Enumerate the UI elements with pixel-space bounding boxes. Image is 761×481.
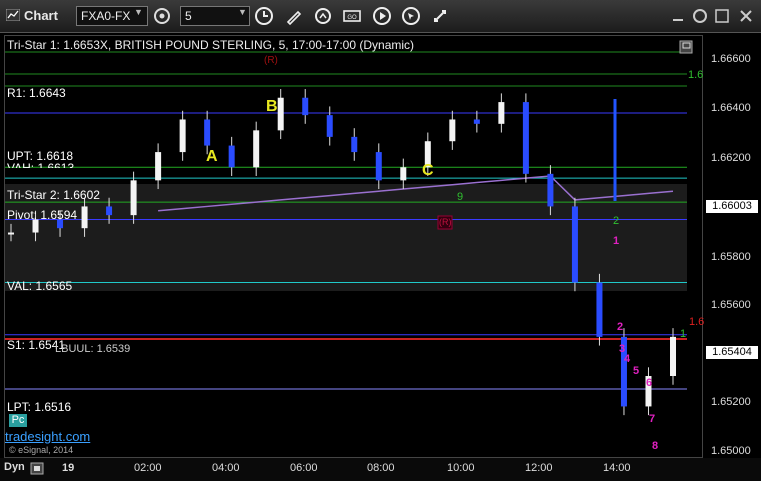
candle-body <box>596 282 603 337</box>
time-tick: 10:00 <box>447 462 475 474</box>
level-tristar2-label: Tri-Star 2: 1.6602 <box>7 188 100 202</box>
window-titlebar: Chart FXA0-FX ▼ 5 ▼ GO <box>0 0 761 33</box>
last-marked-price-box: 1.66003 <box>706 200 758 213</box>
price-tick: 1.65800 <box>711 251 751 263</box>
price-tick: 1.65200 <box>711 396 751 408</box>
level-pivot-label: Pivot: 1.6594 <box>7 208 78 222</box>
restore-icon[interactable] <box>712 6 732 26</box>
level-vah-label: VAH: 1.6613 <box>7 161 75 168</box>
pattern-label-c: C <box>422 162 434 179</box>
copyright-text: © eSignal, 2014 <box>9 445 74 455</box>
dyn-label[interactable]: Dyn <box>4 461 25 473</box>
right-red-label: 1.6 <box>689 316 705 328</box>
candle-body <box>522 102 529 174</box>
pane-restore-icon[interactable] <box>679 40 693 54</box>
count-label-4: 4 <box>624 353 631 365</box>
candle-body <box>179 119 186 153</box>
scroll-lock-icon[interactable] <box>30 462 44 475</box>
candle-body <box>571 206 578 283</box>
count-green-2: 2 <box>613 215 620 227</box>
pattern-label-a: A <box>206 148 218 165</box>
time-tick: 06:00 <box>290 462 318 474</box>
price-tick: 1.66600 <box>711 53 751 65</box>
price-tick: 1.66400 <box>711 102 751 114</box>
time-tick: 14:00 <box>603 462 631 474</box>
candle-body <box>351 136 358 153</box>
candle-body <box>204 119 211 146</box>
play-icon[interactable] <box>372 6 392 26</box>
price-tick: 1.66200 <box>711 152 751 164</box>
window-settings-icon[interactable] <box>690 6 710 26</box>
level-lpt-label: LPT: 1.6516 <box>7 400 72 414</box>
symbol-dropdown-icon[interactable]: ▼ <box>134 7 143 27</box>
refresh-icon[interactable] <box>313 6 333 26</box>
candle-body <box>81 206 88 229</box>
candle-body <box>130 180 137 216</box>
time-tick: 19 <box>62 462 75 474</box>
candle-body <box>155 152 162 181</box>
count-label-8: 8 <box>652 440 659 452</box>
svg-text:GO: GO <box>347 15 357 21</box>
candle-body <box>498 102 505 124</box>
candle-body <box>302 97 309 116</box>
count-label-2: 2 <box>617 321 624 333</box>
candle-body <box>8 232 14 235</box>
right-green-label: 1.6 <box>688 69 704 81</box>
candle-body <box>253 130 260 168</box>
level-r1-label: R1: 1.6643 <box>7 86 66 100</box>
chart-app-icon <box>6 9 20 21</box>
time-tick: 12:00 <box>525 462 553 474</box>
time-tick: 08:00 <box>367 462 395 474</box>
candle-body <box>400 167 407 181</box>
cursor-icon[interactable] <box>401 6 421 26</box>
minimize-icon[interactable] <box>670 6 686 26</box>
count-green-9: 9 <box>457 191 464 203</box>
pattern-label-b: B <box>266 98 278 115</box>
current-price-box: 1.65404 <box>706 346 758 359</box>
time-tick: 04:00 <box>212 462 240 474</box>
candle-body <box>277 97 284 131</box>
count-label-1: 1 <box>613 235 620 247</box>
price-chart-svg <box>5 51 687 416</box>
pc-badge[interactable]: Pc <box>9 414 27 427</box>
candle-body <box>473 119 480 124</box>
level-lbuul-label: LBUUL: 1.6539 <box>55 343 131 355</box>
candle-body <box>228 145 235 168</box>
r-marker-label-2: (R) <box>439 217 452 227</box>
settings-icon[interactable] <box>430 6 450 26</box>
close-icon[interactable] <box>736 6 756 26</box>
candle-body <box>547 173 554 207</box>
candle-body <box>670 336 676 377</box>
window-title: Chart <box>24 8 58 23</box>
sheet-icon[interactable]: GO <box>342 6 362 26</box>
price-tick: 1.65600 <box>711 299 751 311</box>
count-label-6: 6 <box>646 377 653 389</box>
count-green-1: 1 <box>680 328 687 340</box>
interval-dropdown-icon[interactable]: ▼ <box>238 7 247 27</box>
time-tick: 02:00 <box>134 462 162 474</box>
draw-pen-icon[interactable] <box>284 6 304 26</box>
level-val-label: VAL: 1.6565 <box>7 279 73 293</box>
count-label-5: 5 <box>633 365 640 377</box>
candle-body <box>375 152 382 181</box>
chart-header: Tri-Star 1: 1.6653X, BRITISH POUND STERL… <box>7 38 415 52</box>
chart-plot-area[interactable]: Tri-Star 1: 1.6653X, BRITISH POUND STERL… <box>4 35 705 458</box>
candle-body <box>106 206 113 216</box>
value-area-shade <box>5 184 687 291</box>
clock-icon[interactable] <box>254 6 274 26</box>
r-marker-label: (R) <box>264 55 278 66</box>
candle-body <box>326 115 333 137</box>
count-label-7: 7 <box>649 413 656 425</box>
price-tick: 1.65000 <box>711 445 751 457</box>
price-axis[interactable]: 1.66600 1.66400 1.66200 1.66003 1.65800 … <box>704 35 761 458</box>
tradesight-link[interactable]: tradesight.com <box>5 429 90 444</box>
candle-body <box>449 119 456 142</box>
time-axis[interactable]: Dyn 19 02:00 04:00 06:00 08:00 10:00 12:… <box>0 458 761 481</box>
chart-window: { "window": {"title": "Chart"}, "toolbar… <box>0 0 761 481</box>
symbol-link-icon[interactable] <box>152 6 172 26</box>
